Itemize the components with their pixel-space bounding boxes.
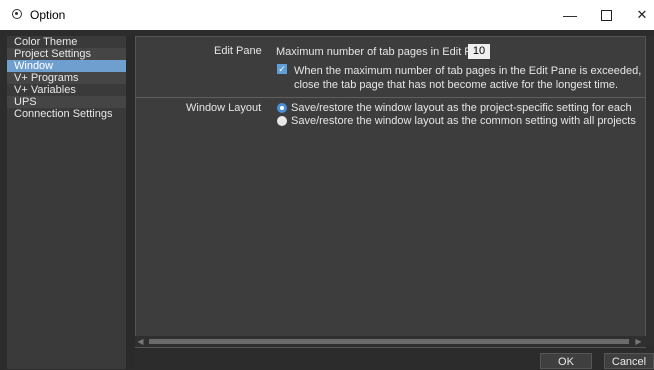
- sidebar-item-v-programs[interactable]: V+ Programs: [7, 72, 126, 84]
- splitter[interactable]: [126, 36, 135, 369]
- settings-panel: Edit Pane Maximum number of tab pages in…: [135, 36, 647, 348]
- horizontal-scrollbar[interactable]: ◀ ▶: [135, 336, 646, 347]
- scroll-right-icon[interactable]: ▶: [633, 336, 644, 347]
- maximize-icon: [600, 9, 612, 21]
- section-divider: [136, 97, 647, 98]
- edit-pane-label: Edit Pane: [214, 45, 262, 57]
- window-layout-label: Window Layout: [186, 102, 262, 114]
- layout-common-radio[interactable]: [277, 116, 287, 126]
- sidebar-item-project-settings[interactable]: Project Settings: [7, 48, 126, 60]
- sidebar-item-ups[interactable]: UPS: [7, 96, 126, 108]
- options-category-list: Color Theme Project Settings Window V+ P…: [7, 36, 126, 369]
- sidebar-item-connection-settings[interactable]: Connection Settings: [7, 108, 126, 120]
- close-tab-text-line1: When the maximum number of tab pages in …: [294, 65, 642, 77]
- maximize-button[interactable]: [588, 0, 624, 30]
- layout-common-option-label: Save/restore the window layout as the co…: [291, 115, 636, 127]
- max-tabs-label: Maximum number of tab pages in Edit Pane: [276, 46, 491, 58]
- title-bar: Option — ✕: [0, 0, 654, 30]
- close-button[interactable]: ✕: [624, 0, 654, 30]
- scroll-thumb[interactable]: [149, 339, 629, 344]
- close-tab-text-line2: close the tab page that has not become a…: [294, 79, 619, 91]
- sidebar-item-v-variables[interactable]: V+ Variables: [7, 84, 126, 96]
- sidebar-item-color-theme[interactable]: Color Theme: [7, 36, 126, 48]
- max-tabs-input[interactable]: 10: [468, 44, 490, 59]
- cancel-button[interactable]: Cancel: [604, 353, 654, 369]
- close-tab-checkbox[interactable]: ✓: [277, 64, 287, 74]
- window-title: Option: [30, 8, 66, 22]
- layout-project-radio[interactable]: [277, 103, 287, 113]
- minimize-button[interactable]: —: [552, 0, 588, 30]
- vertical-scrollbar[interactable]: [646, 36, 654, 346]
- ok-button[interactable]: OK: [540, 353, 592, 369]
- layout-project-option-label: Save/restore the window layout as the pr…: [291, 102, 632, 114]
- scroll-left-icon[interactable]: ◀: [135, 336, 146, 347]
- sidebar-item-window[interactable]: Window: [7, 60, 126, 72]
- option-icon: [12, 9, 22, 19]
